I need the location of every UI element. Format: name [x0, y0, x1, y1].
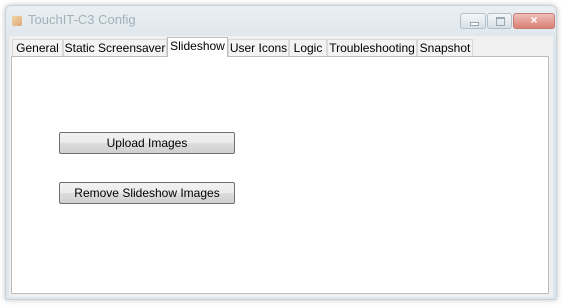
- maximize-button[interactable]: [487, 13, 512, 29]
- maximize-icon: [496, 17, 505, 26]
- upload-images-button[interactable]: Upload Images: [59, 132, 235, 154]
- client-area: General Static Screensaver Slideshow Use…: [9, 36, 553, 297]
- close-button[interactable]: ×: [513, 13, 555, 29]
- tab-slideshow[interactable]: Slideshow: [167, 37, 228, 57]
- tab-strip: General Static Screensaver Slideshow Use…: [9, 36, 553, 57]
- minimize-button[interactable]: [460, 13, 486, 29]
- remove-slideshow-images-button[interactable]: Remove Slideshow Images: [59, 182, 235, 204]
- minimize-icon: [470, 22, 479, 26]
- app-window: TouchIT-C3 Config × General Static Scree…: [5, 5, 557, 300]
- app-icon: [12, 16, 22, 26]
- tab-snapshot[interactable]: Snapshot: [417, 39, 473, 56]
- tab-logic[interactable]: Logic: [289, 39, 327, 56]
- tab-user-icons[interactable]: User Icons: [228, 39, 289, 56]
- slideshow-panel: Upload Images Remove Slideshow Images: [11, 56, 549, 294]
- close-icon: ×: [530, 13, 538, 27]
- tab-static-screensaver[interactable]: Static Screensaver: [63, 39, 167, 56]
- window-title: TouchIT-C3 Config: [28, 12, 136, 27]
- tab-troubleshooting[interactable]: Troubleshooting: [327, 39, 417, 56]
- title-bar[interactable]: TouchIT-C3 Config ×: [6, 6, 556, 36]
- tab-general[interactable]: General: [12, 39, 63, 56]
